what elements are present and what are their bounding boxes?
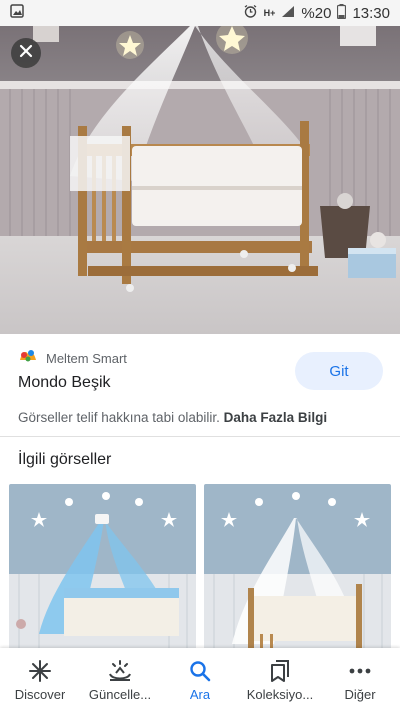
divider: [0, 436, 400, 437]
nav-label: Güncelle...: [88, 687, 152, 702]
signal-icon: [281, 5, 295, 22]
visit-button[interactable]: Git: [295, 352, 383, 390]
collections-icon: [270, 659, 290, 683]
related-image-2[interactable]: [204, 484, 391, 654]
related-image-1[interactable]: [9, 484, 196, 654]
asterisk-icon: [29, 659, 51, 683]
site-logo-icon: [18, 348, 38, 369]
alarm-icon: [243, 4, 258, 23]
source-row[interactable]: Meltem Smart: [18, 348, 127, 369]
hero-image[interactable]: [0, 26, 400, 334]
battery-icon: [337, 3, 347, 23]
close-button[interactable]: [11, 38, 41, 68]
nav-label: Diğer: [344, 687, 376, 702]
nav-updates[interactable]: Güncelle...: [80, 648, 160, 711]
nav-label: Ara: [189, 687, 211, 702]
more-dots-icon: [349, 659, 371, 683]
learn-more-link[interactable]: Daha Fazla Bilgi: [224, 410, 328, 425]
search-icon: [189, 659, 211, 683]
bottom-navigation: Discover Güncelle... Ara Koleksiyo... Di…: [0, 648, 400, 711]
status-bar: H+ %20 13:30: [0, 0, 400, 26]
nav-label: Discover: [14, 687, 66, 702]
close-icon: [19, 44, 33, 63]
related-images-heading: İlgili görseller: [18, 451, 112, 468]
nav-discover[interactable]: Discover: [0, 648, 80, 711]
source-name: Meltem Smart: [46, 351, 127, 366]
gallery-notification-icon: [10, 4, 24, 22]
updates-icon: [108, 659, 132, 683]
battery-percent: %20: [301, 4, 332, 22]
nav-more[interactable]: Diğer: [320, 648, 400, 711]
nav-collections[interactable]: Koleksiyo...: [240, 648, 320, 711]
nav-search[interactable]: Ara: [160, 648, 240, 711]
nav-label: Koleksiyo...: [246, 687, 314, 702]
result-title[interactable]: Mondo Beşik: [18, 374, 111, 392]
copyright-text: Görseller telif hakkına tabi olabilir.: [18, 410, 220, 425]
clock: 13:30: [352, 4, 390, 22]
crib-photo: [0, 26, 400, 334]
copyright-notice: Görseller telif hakkına tabi olabilir. D…: [18, 410, 327, 425]
network-type: H+: [263, 8, 276, 18]
